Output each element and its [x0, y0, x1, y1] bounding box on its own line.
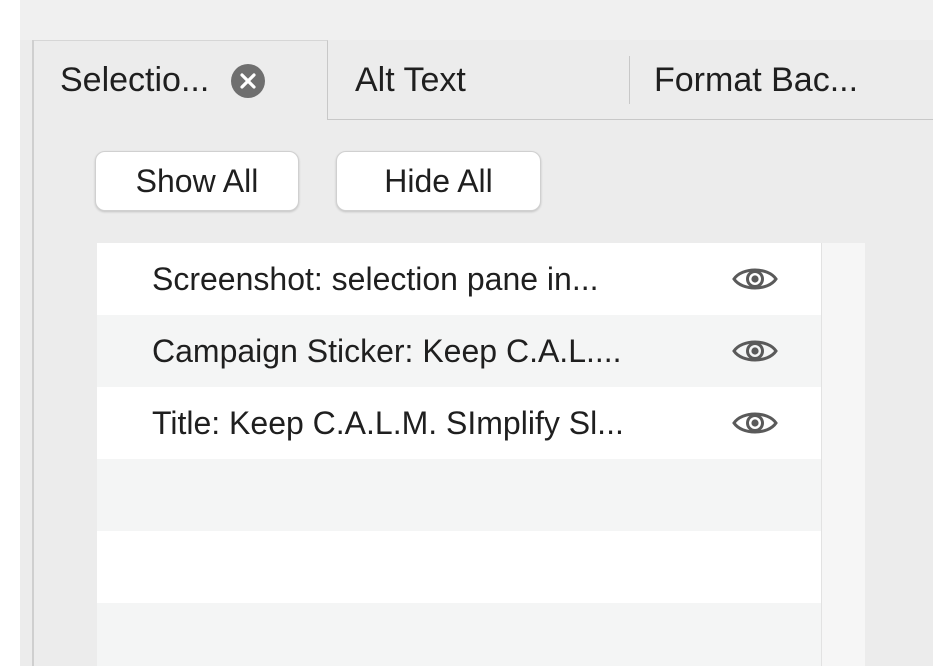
eye-icon[interactable] — [731, 263, 779, 295]
list-scroll-track[interactable] — [821, 243, 865, 666]
empty-row — [97, 531, 821, 603]
tab-alt-text[interactable]: Alt Text — [329, 40, 629, 120]
list-item-label: Campaign Sticker: Keep C.A.L.... — [152, 332, 622, 369]
tab-alt-text-label: Alt Text — [355, 60, 466, 99]
pane-left-border — [32, 40, 34, 666]
list-item[interactable]: Screenshot: selection pane in... — [97, 243, 821, 315]
eye-icon[interactable] — [731, 335, 779, 367]
hide-all-button[interactable]: Hide All — [336, 151, 541, 211]
document-edge — [0, 0, 20, 666]
list-item[interactable]: Campaign Sticker: Keep C.A.L.... — [97, 315, 821, 387]
list-item[interactable]: Title: Keep C.A.L.M. SImplify Sl... — [97, 387, 821, 459]
close-icon[interactable] — [231, 63, 266, 98]
list-item-label: Title: Keep C.A.L.M. SImplify Sl... — [152, 404, 624, 441]
tab-bar-bottom-border — [328, 119, 933, 120]
empty-row — [97, 603, 821, 666]
pane-header-strip — [20, 0, 933, 40]
selection-list: Screenshot: selection pane in... Campaig… — [97, 243, 821, 666]
tab-selection[interactable]: Selectio... — [34, 40, 328, 120]
tab-selection-label: Selectio... — [60, 61, 210, 99]
tab-format-background-label: Format Bac... — [654, 60, 859, 99]
show-all-button[interactable]: Show All — [95, 151, 299, 211]
list-item-label: Screenshot: selection pane in... — [152, 260, 599, 297]
tab-format-background[interactable]: Format Bac... — [630, 40, 933, 120]
empty-row — [97, 459, 821, 531]
eye-icon[interactable] — [731, 407, 779, 439]
